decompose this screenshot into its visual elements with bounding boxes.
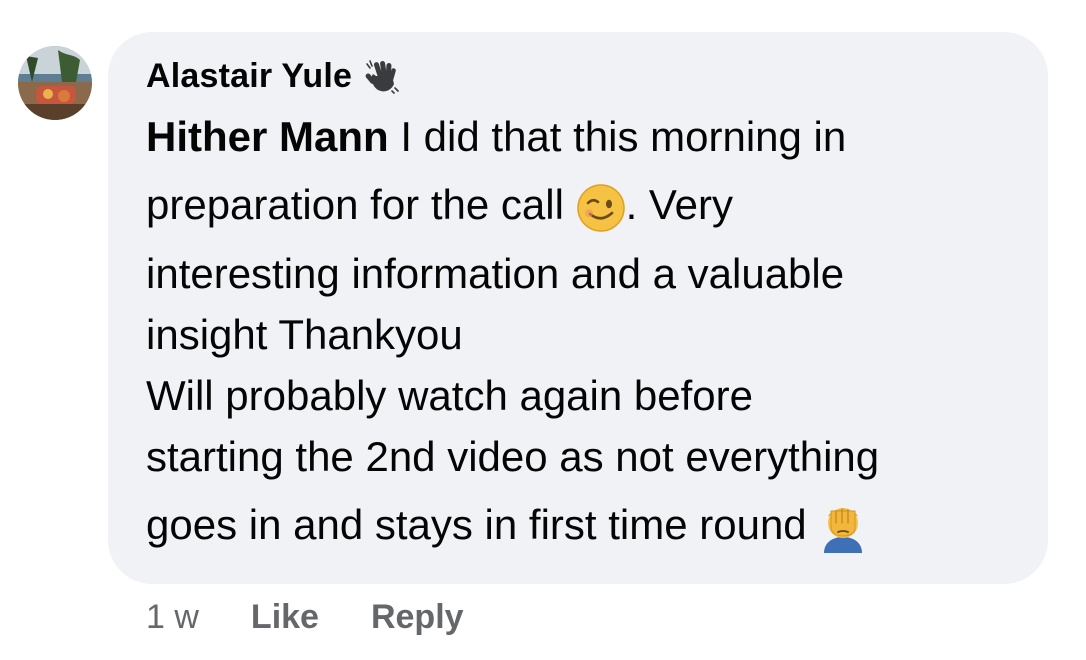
author-name[interactable]: Alastair Yule — [146, 57, 352, 96]
avatar[interactable] — [18, 46, 92, 120]
comment-text: Hither Mann I did that this morning in p… — [146, 106, 1026, 563]
comment-line: goes in and stays in first time round — [146, 487, 1026, 563]
comment-text-segment: I did that this morning in — [388, 113, 847, 160]
comment-line: preparation for the call . Very — [146, 167, 1026, 243]
reply-button[interactable]: Reply — [371, 598, 464, 637]
comment-line: Hither Mann I did that this morning in — [146, 106, 1026, 167]
waving-hand-icon — [364, 58, 400, 94]
comment-line: interesting information and a valuable — [146, 250, 845, 297]
face-palm-icon — [818, 503, 868, 553]
comment-actions: 1 w Like Reply — [146, 592, 516, 642]
comment-line: insight Thankyou — [146, 311, 463, 358]
like-button[interactable]: Like — [251, 598, 319, 637]
comment-header: Alastair Yule — [146, 54, 400, 98]
comment-text-segment: . Very — [625, 181, 733, 228]
comment-line: starting the 2nd video as not everything — [146, 433, 880, 480]
timestamp[interactable]: 1 w — [146, 598, 199, 637]
winking-face-icon — [576, 183, 626, 233]
comment-text-segment: preparation for the call — [146, 181, 576, 228]
mention-link[interactable]: Hither Mann — [146, 113, 389, 160]
comment-text-segment: goes in and stays in first time round — [146, 501, 819, 548]
comment-line: Will probably watch again before — [146, 372, 753, 419]
